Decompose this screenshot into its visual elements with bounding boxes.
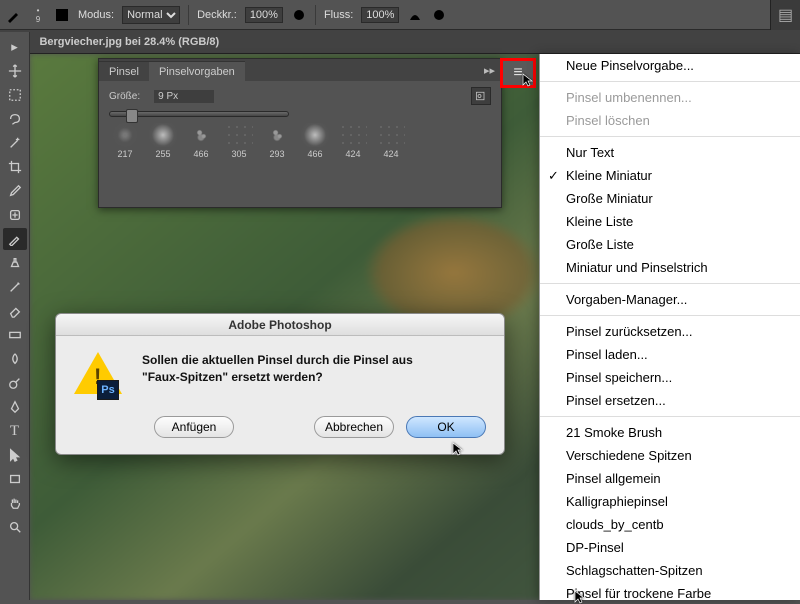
cursor-icon: [452, 442, 464, 456]
eraser-tool[interactable]: [3, 300, 27, 322]
airbrush-icon[interactable]: [407, 7, 423, 23]
size-label: Größe:: [109, 91, 140, 102]
flyout-item[interactable]: 21 Smoke Brush: [540, 421, 800, 444]
flyout-item[interactable]: Vorgaben-Manager...: [540, 288, 800, 311]
gradient-tool[interactable]: [3, 324, 27, 346]
path-selection-tool[interactable]: [3, 444, 27, 466]
warning-icon: ! Ps: [74, 352, 126, 400]
flyout-item[interactable]: Neue Pinselvorgabe...: [540, 54, 800, 77]
flyout-item[interactable]: Nur Text: [540, 141, 800, 164]
flyout-item[interactable]: Schlagschatten-Spitzen: [540, 559, 800, 582]
brush-preset-picker-icon[interactable]: [54, 7, 70, 23]
magic-wand-tool[interactable]: [3, 132, 27, 154]
flyout-item[interactable]: clouds_by_centb: [540, 513, 800, 536]
flyout-item[interactable]: Pinsel allgemein: [540, 467, 800, 490]
flyout-item[interactable]: Kalligraphiepinsel: [540, 490, 800, 513]
brush-tool-icon: [6, 7, 22, 23]
healing-brush-tool[interactable]: [3, 204, 27, 226]
flyout-item[interactable]: Verschiedene Spitzen: [540, 444, 800, 467]
dialog-message: Sollen die aktuellen Pinsel durch die Pi…: [142, 352, 413, 400]
flyout-item[interactable]: Große Miniatur: [540, 187, 800, 210]
cancel-button[interactable]: Abbrechen: [314, 416, 394, 438]
flyout-item[interactable]: Miniatur und Pinselstrich: [540, 256, 800, 279]
clone-stamp-tool[interactable]: [3, 252, 27, 274]
mode-label: Modus:: [78, 9, 114, 21]
flyout-item[interactable]: DP-Pinsel: [540, 536, 800, 559]
brush-thumb[interactable]: 424: [375, 123, 407, 159]
size-slider[interactable]: [109, 111, 289, 117]
opacity-label: Deckkr.:: [197, 9, 237, 21]
blur-tool[interactable]: [3, 348, 27, 370]
tools-panel: ▸ T: [0, 32, 30, 600]
brush-size-indicator[interactable]: •9: [30, 7, 46, 23]
new-brush-icon[interactable]: [471, 87, 491, 105]
crop-tool[interactable]: [3, 156, 27, 178]
tab-brush[interactable]: Pinsel: [99, 61, 149, 81]
brush-thumb[interactable]: 466: [299, 123, 331, 159]
flyout-item[interactable]: Pinsel ersetzen...: [540, 389, 800, 412]
panel-dock-icon[interactable]: ▤: [770, 0, 800, 30]
hand-tool[interactable]: [3, 492, 27, 514]
document-tab-bar: × Bergviecher.jpg bei 28.4% (RGB/8): [0, 30, 800, 54]
move-tool[interactable]: [3, 60, 27, 82]
ps-badge-icon: Ps: [97, 380, 119, 400]
cursor-icon: [522, 73, 534, 87]
brush-thumb[interactable]: 305: [223, 123, 255, 159]
ok-button[interactable]: OK: [406, 416, 486, 438]
eyedropper-tool[interactable]: [3, 180, 27, 202]
size-value[interactable]: 9 Px: [154, 90, 214, 103]
opacity-pressure-icon[interactable]: [291, 7, 307, 23]
pen-tool[interactable]: [3, 396, 27, 418]
lasso-tool[interactable]: [3, 108, 27, 130]
document-title[interactable]: Bergviecher.jpg bei 28.4% (RGB/8): [39, 36, 219, 48]
flyout-item[interactable]: Pinsel zurücksetzen...: [540, 320, 800, 343]
rectangle-tool[interactable]: [3, 468, 27, 490]
dodge-tool[interactable]: [3, 372, 27, 394]
cursor-icon: [574, 590, 586, 604]
tablet-pressure-icon[interactable]: [431, 7, 447, 23]
flyout-item[interactable]: Große Liste: [540, 233, 800, 256]
type-tool[interactable]: T: [3, 420, 27, 442]
append-button[interactable]: Anfügen: [154, 416, 234, 438]
brush-thumb[interactable]: 217: [109, 123, 141, 159]
brush-thumb[interactable]: 424: [337, 123, 369, 159]
flow-value[interactable]: 100%: [361, 7, 399, 23]
flow-label: Fluss:: [324, 9, 353, 21]
marquee-tool[interactable]: [3, 84, 27, 106]
brush-thumb[interactable]: 293: [261, 123, 293, 159]
opacity-value[interactable]: 100%: [245, 7, 283, 23]
brush-thumbnails: 217 255 466 305 293 466 424 424: [109, 123, 491, 159]
history-brush-tool[interactable]: [3, 276, 27, 298]
brush-tool[interactable]: [3, 228, 27, 250]
flyout-item[interactable]: Kleine Liste: [540, 210, 800, 233]
flyout-item[interactable]: Pinsel laden...: [540, 343, 800, 366]
zoom-tool[interactable]: [3, 516, 27, 538]
flyout-item[interactable]: Pinsel speichern...: [540, 366, 800, 389]
brush-thumb[interactable]: 466: [185, 123, 217, 159]
brush-presets-panel: Pinsel Pinselvorgaben ▸▸ Größe: 9 Px 217…: [98, 58, 502, 208]
brush-thumb[interactable]: 255: [147, 123, 179, 159]
brush-presets-flyout-menu: Neue Pinselvorgabe... Pinsel umbenennen..…: [539, 54, 800, 600]
tab-brush-presets[interactable]: Pinselvorgaben: [149, 61, 245, 81]
options-bar: •9 Modus: Normal Deckkr.: 100% Fluss: 10…: [0, 0, 800, 30]
flyout-item: Pinsel löschen: [540, 109, 800, 132]
panel-collapse-icon[interactable]: ▸▸: [478, 60, 501, 81]
blend-mode-select[interactable]: Normal: [122, 6, 180, 24]
flyout-item: Pinsel umbenennen...: [540, 86, 800, 109]
dialog-title: Adobe Photoshop: [56, 314, 504, 336]
replace-brushes-dialog: Adobe Photoshop ! Ps Sollen die aktuelle…: [55, 313, 505, 455]
tab-toggle-icon[interactable]: ▸: [3, 36, 27, 58]
flyout-item[interactable]: Kleine Miniatur: [540, 164, 800, 187]
